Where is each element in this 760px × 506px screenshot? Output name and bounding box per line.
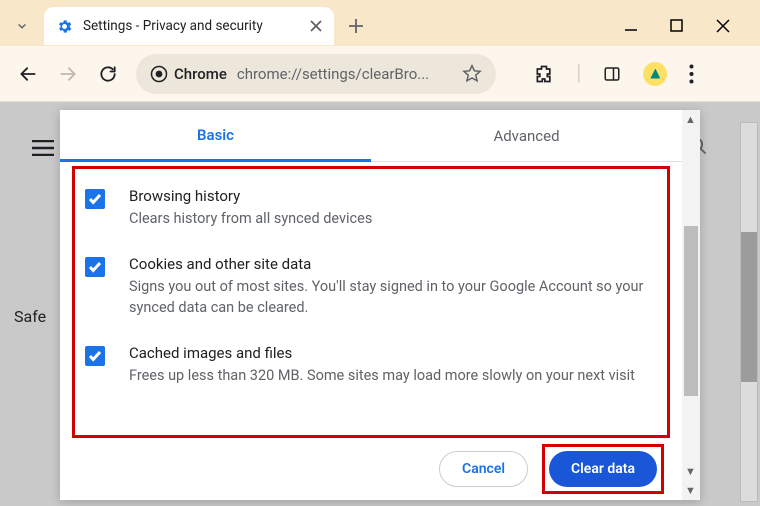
bookmark-star-icon[interactable]	[462, 64, 482, 84]
cancel-button[interactable]: Cancel	[439, 451, 528, 487]
page-scroll-thumb[interactable]	[741, 232, 757, 382]
dialog-scrollbar[interactable]: ▲ ▼ ▼	[682, 110, 700, 500]
dialog-scroll-thumb[interactable]	[684, 226, 698, 396]
window-close-button[interactable]	[716, 19, 734, 33]
url-text: chrome://settings/clearBro...	[237, 65, 452, 83]
site-chip: Chrome	[150, 65, 227, 83]
hamburger-icon	[32, 140, 54, 156]
checkbox-browsing-history[interactable]	[85, 189, 105, 209]
clear-browsing-data-dialog: ▲ ▼ ▼ Basic Advanced Browsing history Cl…	[60, 110, 700, 500]
browser-tab-strip: Settings - Privacy and security	[0, 0, 760, 46]
separator: |	[576, 61, 581, 86]
option-cache: Cached images and files Frees up less th…	[85, 344, 657, 386]
site-chip-label: Chrome	[174, 65, 227, 83]
chrome-menu-icon[interactable]	[689, 64, 694, 84]
clear-data-button[interactable]: Clear data	[549, 451, 657, 487]
option-title: Cached images and files	[129, 344, 635, 362]
close-tab-icon[interactable]	[310, 20, 322, 32]
dialog-footer: Cancel Clear data	[60, 438, 682, 500]
extensions-icon[interactable]	[534, 64, 554, 84]
option-cookies: Cookies and other site data Signs you ou…	[85, 255, 657, 318]
reload-button[interactable]	[96, 62, 120, 86]
maximize-button[interactable]	[670, 19, 688, 33]
options-highlight: Browsing history Clears history from all…	[72, 166, 670, 438]
option-title: Browsing history	[129, 187, 372, 205]
new-tab-button[interactable]	[342, 12, 370, 40]
chrome-icon	[150, 65, 168, 83]
bg-section-label: Safe	[14, 307, 46, 326]
option-desc: Signs you out of most sites. You'll stay…	[129, 277, 657, 318]
forward-button[interactable]	[56, 62, 80, 86]
checkbox-cache[interactable]	[85, 346, 105, 366]
gear-icon	[56, 18, 73, 35]
profile-avatar[interactable]	[643, 62, 667, 86]
browser-tab[interactable]: Settings - Privacy and security	[44, 7, 334, 45]
address-bar[interactable]: Chrome chrome://settings/clearBro...	[136, 54, 496, 94]
browser-toolbar: Chrome chrome://settings/clearBro... |	[0, 46, 760, 102]
confirm-highlight: Clear data	[542, 444, 664, 494]
dialog-tabs: Basic Advanced	[60, 110, 682, 162]
option-desc: Clears history from all synced devices	[129, 209, 372, 229]
option-title: Cookies and other site data	[129, 255, 657, 273]
search-tabs-button[interactable]	[8, 12, 36, 40]
option-desc: Frees up less than 320 MB. Some sites ma…	[129, 366, 635, 386]
tab-advanced[interactable]: Advanced	[371, 110, 682, 162]
option-browsing-history: Browsing history Clears history from all…	[85, 187, 657, 229]
back-button[interactable]	[16, 62, 40, 86]
minimize-button[interactable]	[624, 19, 642, 33]
window-controls	[624, 19, 752, 33]
tab-title: Settings - Privacy and security	[83, 18, 300, 34]
side-panel-icon[interactable]	[603, 65, 621, 83]
tab-basic[interactable]: Basic	[60, 110, 371, 162]
checkbox-cookies[interactable]	[85, 257, 105, 277]
